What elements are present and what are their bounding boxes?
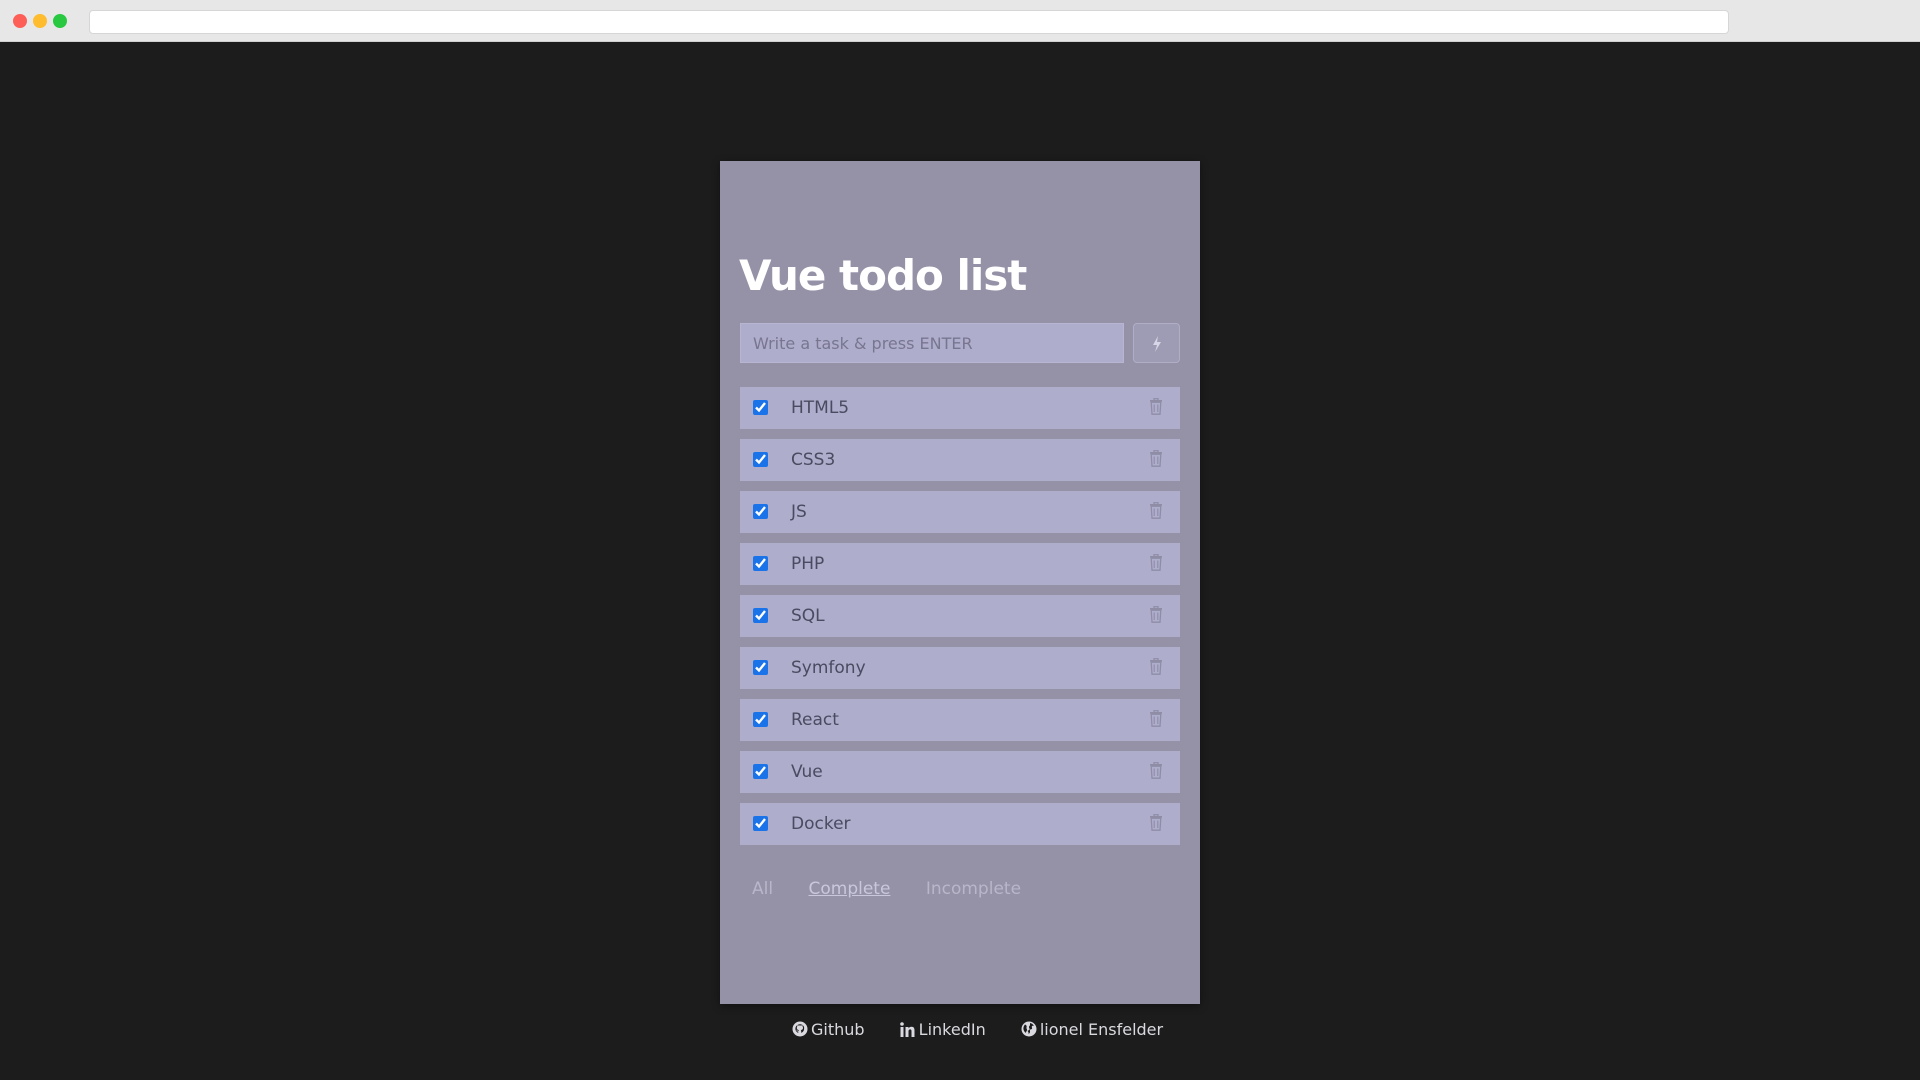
page-title: Vue todo list <box>739 251 1027 300</box>
filter-incomplete[interactable]: Incomplete <box>926 879 1021 899</box>
trash-icon <box>1150 813 1162 831</box>
todo-label: Docker <box>791 814 851 834</box>
delete-todo-button[interactable] <box>1146 657 1166 679</box>
linkedin-icon <box>899 1022 915 1037</box>
github-link[interactable]: Github <box>792 1020 865 1039</box>
delete-todo-button[interactable] <box>1146 709 1166 731</box>
delete-todo-button[interactable] <box>1146 397 1166 419</box>
delete-todo-button[interactable] <box>1146 449 1166 471</box>
todo-label: CSS3 <box>791 450 836 470</box>
minimize-window-button[interactable] <box>33 14 47 28</box>
todo-item: HTML5 <box>740 387 1180 429</box>
todo-label: JS <box>791 502 807 522</box>
delete-todo-button[interactable] <box>1146 501 1166 523</box>
todo-label: Vue <box>791 762 823 782</box>
todo-list: HTML5 CSS3 JS PHP SQL Symfony React Vue Docker <box>740 387 1180 855</box>
github-icon <box>792 1021 808 1037</box>
maximize-window-button[interactable] <box>53 14 67 28</box>
todo-item: Vue <box>740 751 1180 793</box>
trash-icon <box>1150 709 1162 727</box>
todo-item: Symfony <box>740 647 1180 689</box>
close-window-button[interactable] <box>13 14 27 28</box>
todo-label: SQL <box>791 606 825 626</box>
github-link-label: Github <box>811 1020 865 1039</box>
browser-chrome <box>0 0 1920 42</box>
todo-item: Docker <box>740 803 1180 845</box>
delete-todo-button[interactable] <box>1146 813 1166 835</box>
todo-checkbox[interactable] <box>753 816 768 831</box>
trash-icon <box>1150 449 1162 467</box>
website-link-label: lionel Ensfelder <box>1039 1020 1164 1039</box>
todo-checkbox[interactable] <box>753 400 768 415</box>
todo-label: PHP <box>791 554 825 574</box>
trash-icon <box>1150 553 1162 571</box>
todo-checkbox[interactable] <box>753 660 768 675</box>
linkedin-link-label: LinkedIn <box>918 1020 986 1039</box>
website-link[interactable]: lionel Ensfelder <box>1021 1020 1163 1039</box>
page-viewport: Vue todo list HTML5 CSS3 JS PHP SQL Symfony Re… <box>0 42 1920 1080</box>
trash-icon <box>1150 501 1162 519</box>
delete-todo-button[interactable] <box>1146 761 1166 783</box>
todo-item: CSS3 <box>740 439 1180 481</box>
delete-todo-button[interactable] <box>1146 605 1166 627</box>
todo-item: React <box>740 699 1180 741</box>
todo-checkbox[interactable] <box>753 608 768 623</box>
filter-bar: All Complete Incomplete <box>752 879 1051 899</box>
todo-item: SQL <box>740 595 1180 637</box>
todo-checkbox[interactable] <box>753 452 768 467</box>
todo-checkbox[interactable] <box>753 556 768 571</box>
bolt-icon <box>1153 336 1161 352</box>
globe-icon <box>1021 1021 1037 1037</box>
trash-icon <box>1150 657 1162 675</box>
todo-label: Symfony <box>791 658 866 678</box>
linkedin-link[interactable]: LinkedIn <box>899 1020 986 1039</box>
delete-todo-button[interactable] <box>1146 553 1166 575</box>
todo-label: React <box>791 710 839 730</box>
todo-checkbox[interactable] <box>753 712 768 727</box>
trash-icon <box>1150 761 1162 779</box>
todo-checkbox[interactable] <box>753 504 768 519</box>
todo-label: HTML5 <box>791 398 850 418</box>
trash-icon <box>1150 605 1162 623</box>
todo-item: JS <box>740 491 1180 533</box>
todo-card: Vue todo list HTML5 CSS3 JS PHP SQL Symfony Re… <box>720 161 1200 1004</box>
add-task-button[interactable] <box>1133 323 1180 363</box>
todo-item: PHP <box>740 543 1180 585</box>
todo-checkbox[interactable] <box>753 764 768 779</box>
task-input[interactable] <box>740 323 1124 363</box>
filter-all[interactable]: All <box>752 879 773 899</box>
address-bar[interactable] <box>89 10 1729 34</box>
trash-icon <box>1150 397 1162 415</box>
filter-complete[interactable]: Complete <box>808 879 890 899</box>
